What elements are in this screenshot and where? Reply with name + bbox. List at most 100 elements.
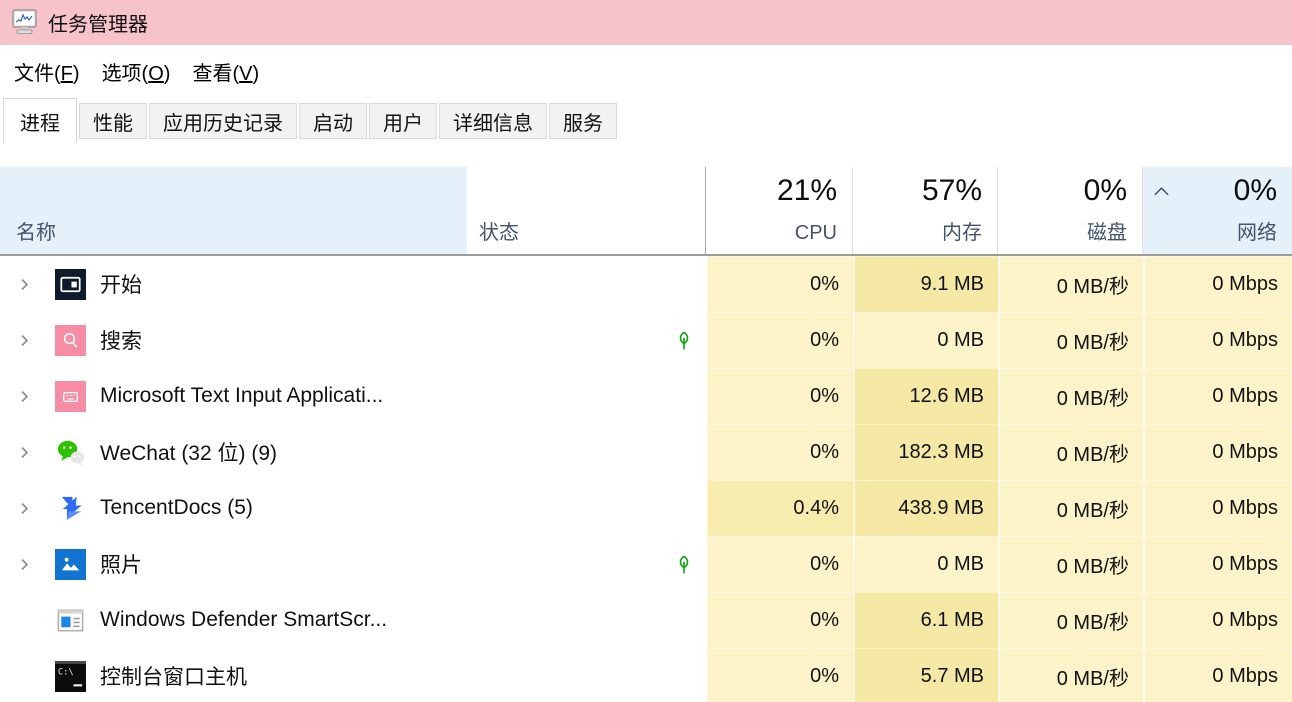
- process-name-cell: C:\ 控制台窗口主机: [0, 648, 467, 702]
- defender-smartscreen-icon: [55, 605, 86, 636]
- memory-cell: 6.1 MB: [853, 592, 998, 648]
- column-header-memory[interactable]: 57% 内存: [853, 167, 998, 254]
- process-name: Windows Defender SmartScr...: [100, 608, 387, 632]
- network-cell: 0 Mbps: [1143, 368, 1292, 424]
- cpu-cell: 0%: [706, 536, 853, 592]
- sort-ascending-caret-icon: [1153, 183, 1170, 201]
- menu-item[interactable]: 查看(V): [192, 57, 259, 86]
- table-row[interactable]: 搜索 0% 0 MB 0 MB/秒 0 Mbps: [0, 312, 1292, 368]
- cpu-cell: 0%: [706, 424, 853, 480]
- memory-total-percent: 57%: [922, 172, 982, 210]
- process-name-cell: Microsoft Text Input Applicati...: [0, 368, 467, 424]
- process-list: 开始 0% 9.1 MB 0 MB/秒 0 Mbps 搜索: [0, 256, 1292, 702]
- disk-cell: 0 MB/秒: [998, 536, 1143, 592]
- column-header-status[interactable]: 状态: [467, 167, 706, 254]
- process-name: Microsoft Text Input Applicati...: [100, 384, 383, 408]
- cpu-cell: 0%: [706, 312, 853, 368]
- status-cell: [467, 648, 706, 702]
- eco-mode-leaf-icon: [675, 554, 693, 575]
- cpu-total-percent: 21%: [777, 172, 837, 210]
- wechat-icon: [55, 437, 86, 468]
- tab-服务[interactable]: 服务: [549, 103, 617, 139]
- network-cell: 0 Mbps: [1143, 312, 1292, 368]
- table-row[interactable]: 照片 0% 0 MB 0 MB/秒 0 Mbps: [0, 536, 1292, 592]
- cpu-cell: 0%: [706, 256, 853, 312]
- process-name-cell: Windows Defender SmartScr...: [0, 592, 467, 648]
- disk-cell: 0 MB/秒: [998, 368, 1143, 424]
- photos-icon: [55, 549, 86, 580]
- network-column-label: 网络: [1237, 216, 1277, 245]
- table-row[interactable]: WeChat (32 位) (9) 0% 182.3 MB 0 MB/秒 0 M…: [0, 424, 1292, 480]
- expand-chevron-icon[interactable]: [18, 500, 32, 516]
- status-cell: [467, 256, 706, 312]
- column-header-disk[interactable]: 0% 磁盘: [998, 167, 1143, 254]
- disk-column-label: 磁盘: [1087, 216, 1127, 245]
- text-input-keyboard-icon: [55, 381, 86, 412]
- name-column-label: 名称: [16, 216, 56, 245]
- svg-text:C:\: C:\: [58, 667, 74, 677]
- table-header: 名称 状态 21% CPU 57% 内存 0% 磁盘 0% 网络: [0, 167, 1292, 254]
- table-row[interactable]: Windows Defender SmartScr... 0% 6.1 MB 0…: [0, 592, 1292, 648]
- tab-进程[interactable]: 进程: [3, 98, 77, 143]
- cpu-cell: 0.4%: [706, 480, 853, 536]
- table-row[interactable]: Microsoft Text Input Applicati... 0% 12.…: [0, 368, 1292, 424]
- process-name: 搜索: [100, 325, 142, 355]
- expand-chevron-icon[interactable]: [18, 388, 32, 404]
- network-cell: 0 Mbps: [1143, 424, 1292, 480]
- cpu-cell: 0%: [706, 648, 853, 702]
- memory-cell: 9.1 MB: [853, 256, 998, 312]
- tab-性能[interactable]: 性能: [79, 103, 147, 139]
- network-cell: 0 Mbps: [1143, 256, 1292, 312]
- search-magnifier-icon: [55, 325, 86, 356]
- process-name-cell: TencentDocs (5): [0, 480, 467, 536]
- tab-详细信息[interactable]: 详细信息: [439, 103, 547, 139]
- tencent-docs-icon: [55, 493, 86, 524]
- expand-chevron-icon[interactable]: [18, 332, 32, 348]
- disk-cell: 0 MB/秒: [998, 480, 1143, 536]
- tab-应用历史记录[interactable]: 应用历史记录: [149, 103, 297, 139]
- tab-用户[interactable]: 用户: [369, 103, 437, 139]
- cpu-cell: 0%: [706, 368, 853, 424]
- table-row[interactable]: 开始 0% 9.1 MB 0 MB/秒 0 Mbps: [0, 256, 1292, 312]
- process-name-cell: WeChat (32 位) (9): [0, 424, 467, 480]
- memory-cell: 182.3 MB: [853, 424, 998, 480]
- process-name-cell: 开始: [0, 256, 467, 312]
- column-header-cpu[interactable]: 21% CPU: [706, 167, 853, 254]
- disk-cell: 0 MB/秒: [998, 592, 1143, 648]
- table-row[interactable]: C:\ 控制台窗口主机 0% 5.7 MB 0 MB/秒 0 Mbps: [0, 648, 1292, 702]
- menu-bar: 文件(F) 选项(O) 查看(V): [0, 45, 1292, 97]
- menu-item[interactable]: 选项(O): [102, 57, 171, 86]
- network-cell: 0 Mbps: [1143, 536, 1292, 592]
- expand-chevron-icon[interactable]: [18, 444, 32, 460]
- memory-cell: 0 MB: [853, 536, 998, 592]
- eco-mode-leaf-icon: [675, 330, 693, 351]
- titlebar: 任务管理器: [0, 0, 1292, 45]
- menu-item[interactable]: 文件(F): [14, 57, 80, 86]
- network-cell: 0 Mbps: [1143, 592, 1292, 648]
- process-name-cell: 照片: [0, 536, 467, 592]
- status-cell: [467, 424, 706, 480]
- status-column-label: 状态: [479, 216, 519, 245]
- network-total-percent: 0%: [1234, 172, 1277, 210]
- expand-chevron-icon[interactable]: [18, 276, 32, 292]
- disk-cell: 0 MB/秒: [998, 648, 1143, 702]
- memory-column-label: 内存: [942, 216, 982, 245]
- status-cell: [467, 536, 706, 592]
- process-name: WeChat (32 位) (9): [100, 437, 277, 467]
- column-header-name[interactable]: 名称: [0, 167, 467, 254]
- table-row[interactable]: TencentDocs (5) 0.4% 438.9 MB 0 MB/秒 0 M…: [0, 480, 1292, 536]
- tab-strip: 进程性能应用历史记录启动用户详细信息服务: [0, 97, 1292, 143]
- console-host-icon: C:\: [55, 661, 86, 692]
- status-cell: [467, 368, 706, 424]
- status-cell: [467, 480, 706, 536]
- memory-cell: 0 MB: [853, 312, 998, 368]
- process-name: 控制台窗口主机: [100, 661, 247, 691]
- window-title: 任务管理器: [48, 8, 148, 37]
- process-name: 照片: [100, 549, 142, 579]
- disk-total-percent: 0%: [1084, 172, 1127, 210]
- expand-chevron-icon[interactable]: [18, 556, 32, 572]
- memory-cell: 12.6 MB: [853, 368, 998, 424]
- tab-启动[interactable]: 启动: [299, 103, 367, 139]
- disk-cell: 0 MB/秒: [998, 312, 1143, 368]
- column-header-network[interactable]: 0% 网络: [1143, 167, 1292, 254]
